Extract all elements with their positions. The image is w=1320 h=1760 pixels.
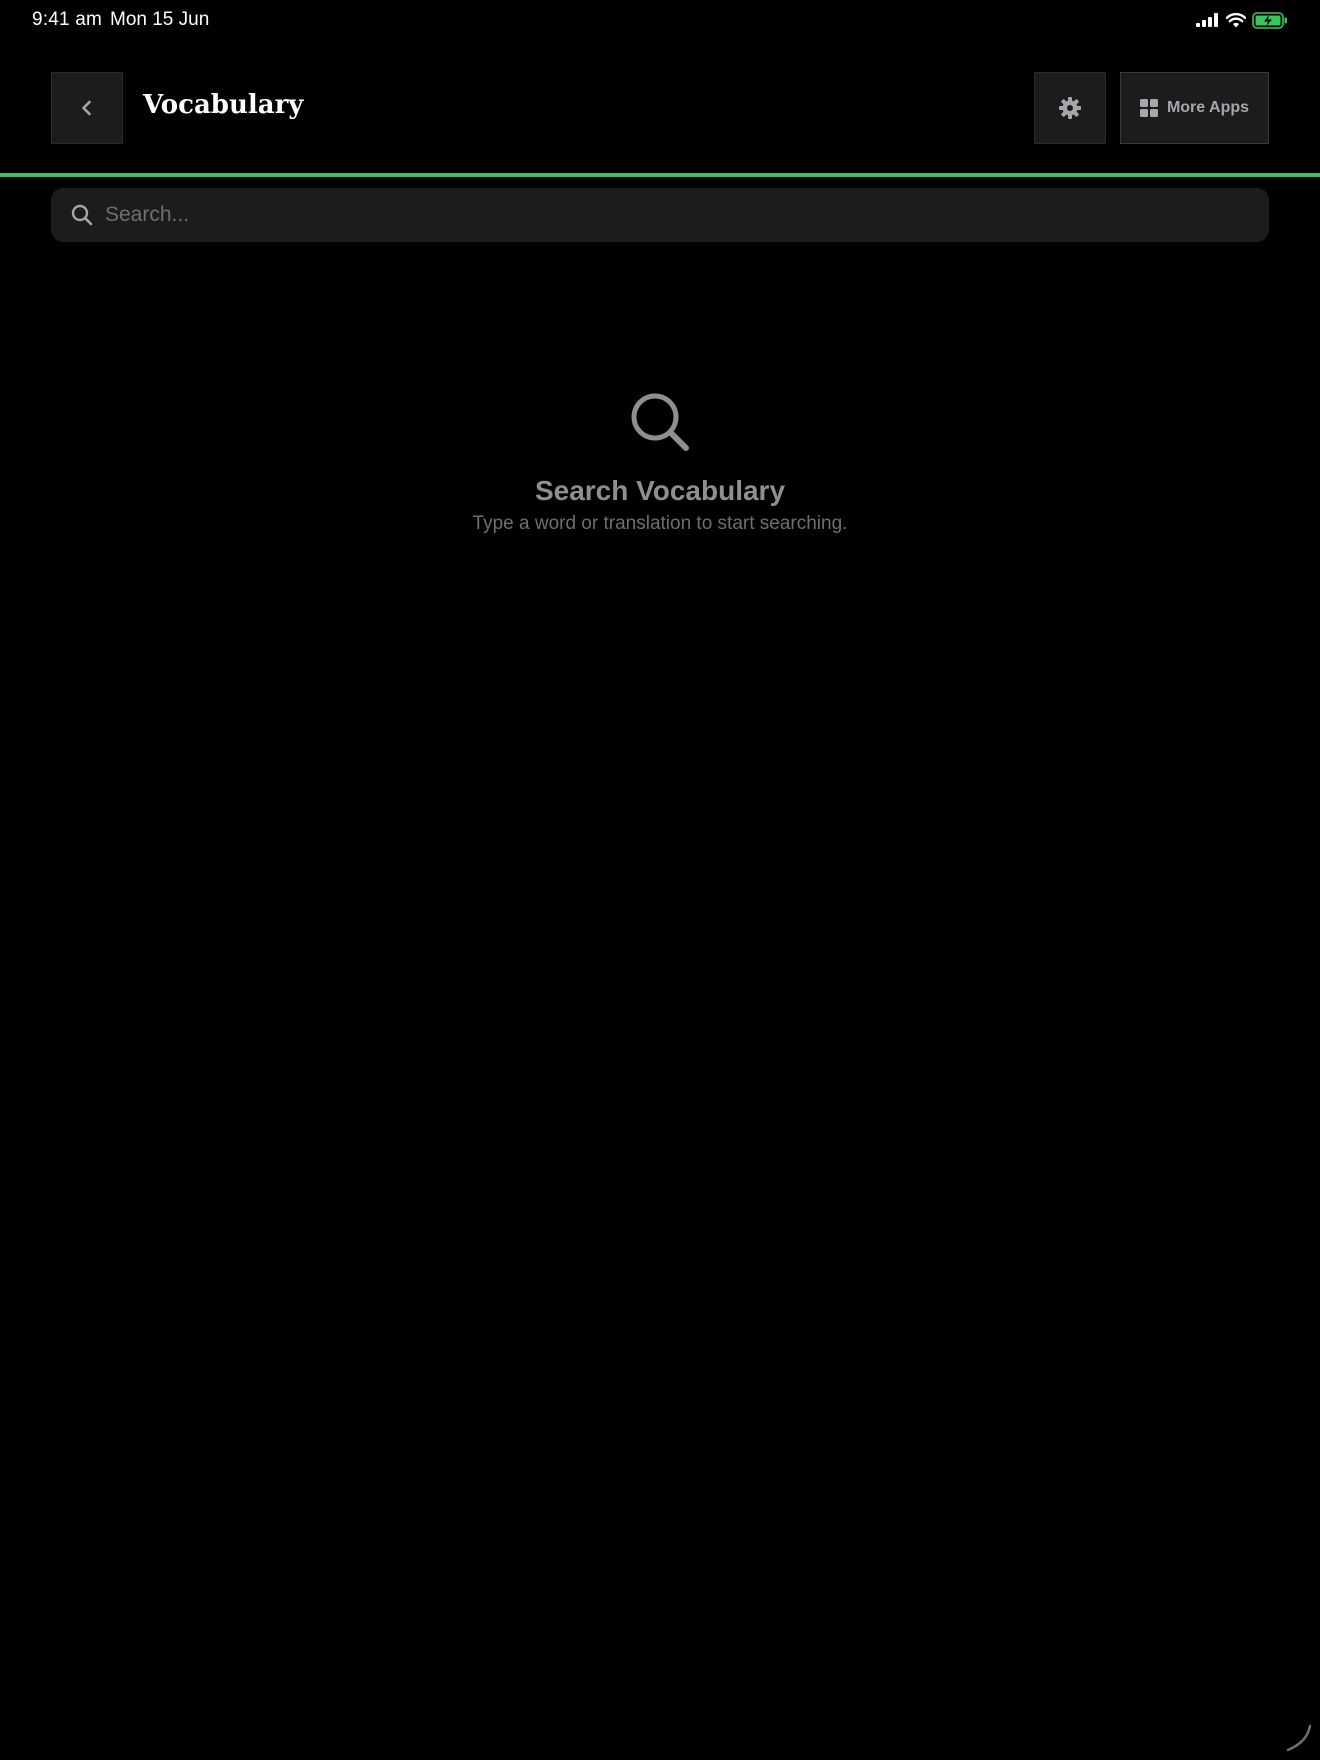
empty-state-title: Search Vocabulary <box>534 475 786 506</box>
search-input[interactable] <box>105 188 1255 242</box>
grid-icon <box>1139 99 1158 117</box>
status-date: Mon 15 Jun <box>110 9 210 30</box>
battery-charging-icon <box>1252 11 1287 29</box>
more-apps-label: More Apps <box>1166 99 1250 116</box>
status-bar: 9:41 am Mon 15 Jun <box>0 0 1320 42</box>
more-apps-button[interactable]: More Apps <box>1120 72 1269 144</box>
search-icon <box>71 204 93 226</box>
empty-state-subtitle: Type a word or translation to start sear… <box>472 513 848 534</box>
chevron-left-icon <box>82 100 91 116</box>
gear-icon <box>1059 97 1081 119</box>
search-icon <box>631 393 689 451</box>
settings-button[interactable] <box>1034 72 1106 144</box>
cellular-signal-icon <box>1196 13 1218 27</box>
scroll-indicator <box>1286 1724 1312 1752</box>
status-icons <box>1196 10 1288 30</box>
page-title: Vocabulary <box>143 90 304 120</box>
search-bar[interactable] <box>51 188 1269 242</box>
accent-divider <box>0 173 1320 177</box>
wifi-icon <box>1226 12 1246 27</box>
status-time: 9:41 am <box>32 9 103 30</box>
empty-state: Search Vocabulary Type a word or transla… <box>0 390 1320 535</box>
app-header: Vocabulary More Apps <box>0 70 1320 144</box>
back-button[interactable] <box>51 72 123 144</box>
